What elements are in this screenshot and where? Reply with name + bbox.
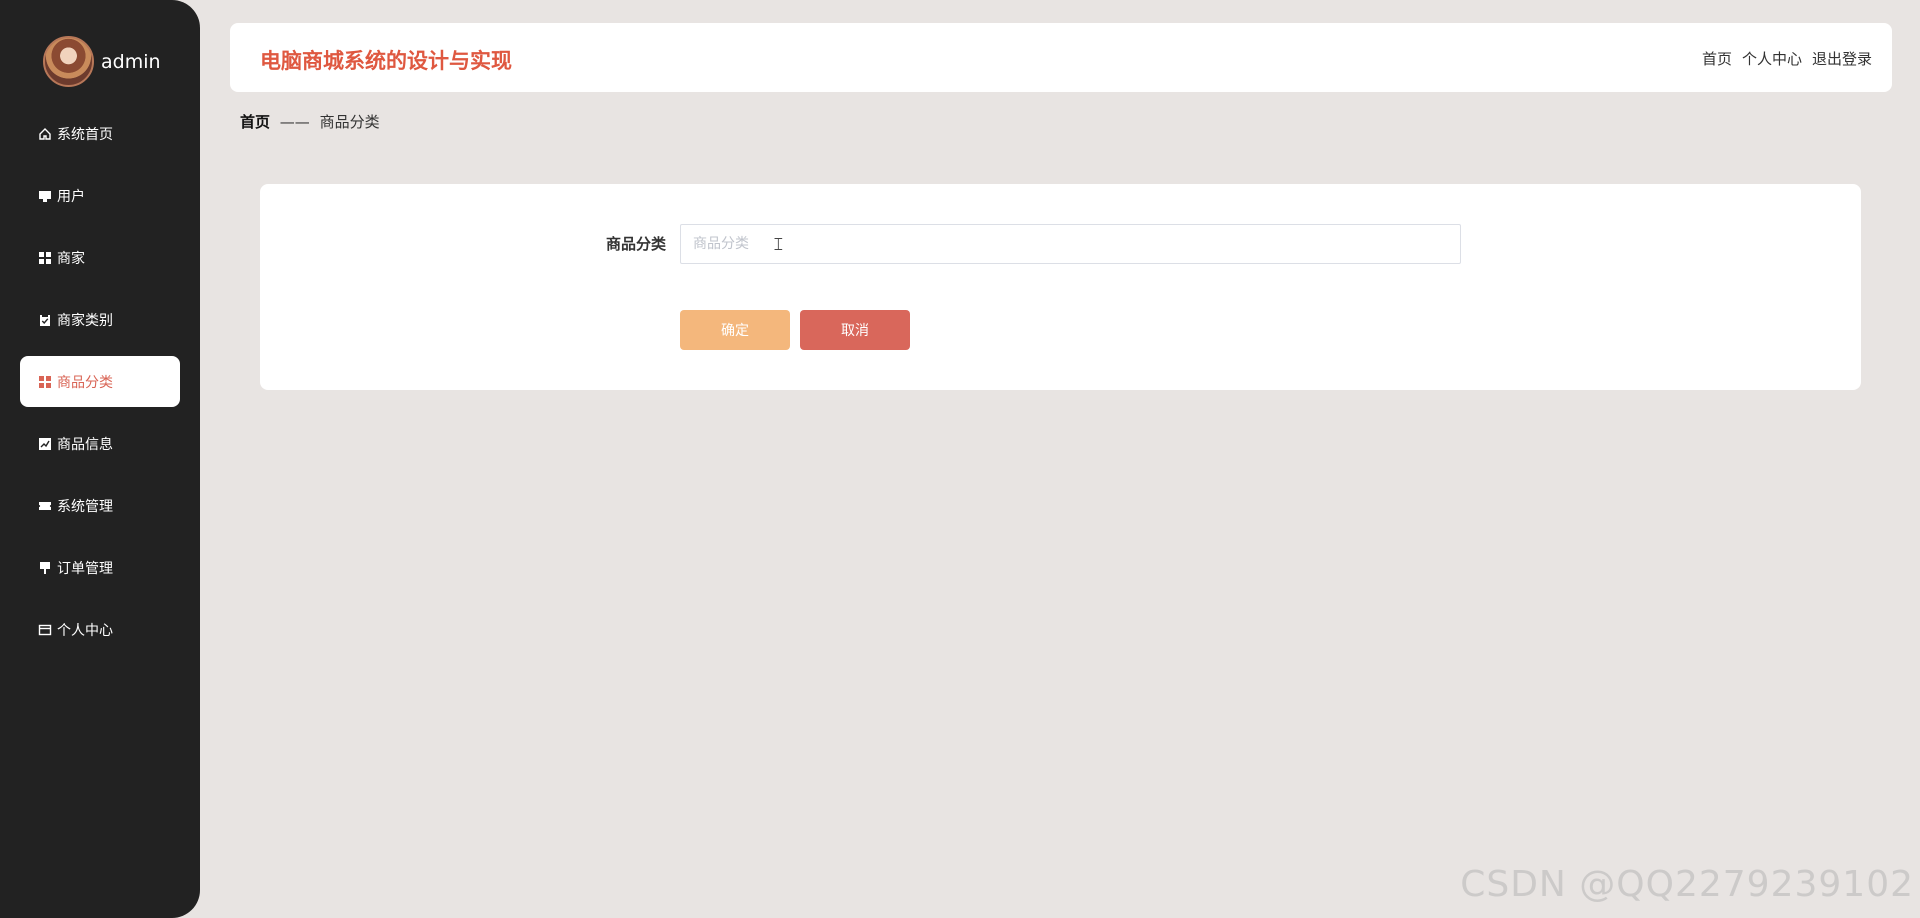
sidebar-item-label: 系统首页 — [57, 126, 113, 143]
sidebar-item-label: 系统管理 — [57, 498, 113, 515]
breadcrumb: 首页 —— 商品分类 — [240, 111, 380, 132]
sidebar-item-system-home[interactable]: 系统首页 — [20, 108, 180, 159]
text-cursor-icon: 𝙸 — [772, 234, 785, 255]
sidebar-item-merchant-categories[interactable]: 商家类别 — [20, 294, 180, 345]
watermark: CSDN @QQ2279239102 — [1460, 864, 1914, 905]
sidebar-item-product-categories[interactable]: 商品分类 — [20, 356, 180, 407]
cancel-button[interactable]: 取消 — [800, 310, 910, 350]
avatar — [43, 36, 94, 87]
sidebar-item-label: 用户 — [57, 188, 85, 205]
sidebar-item-label: 商家类别 — [57, 312, 113, 329]
home-link[interactable]: 首页 — [1702, 48, 1732, 69]
sidebar-item-label: 商品信息 — [57, 436, 113, 453]
site-title: 电脑商城系统的设计与实现 — [260, 49, 512, 73]
breadcrumb-home[interactable]: 首页 — [240, 113, 270, 131]
category-input[interactable] — [680, 224, 1461, 264]
sidebar-item-product-info[interactable]: 商品信息 — [20, 418, 180, 469]
chart-icon — [38, 437, 52, 451]
admin-username: admin — [101, 50, 161, 73]
breadcrumb-current: 商品分类 — [319, 113, 380, 131]
grid-icon — [38, 375, 52, 389]
sidebar-item-system-management[interactable]: 系统管理 — [20, 480, 180, 531]
category-form-card: 商品分类 𝙸 确定 取消 — [260, 184, 1861, 390]
sidebar-item-label: 个人中心 — [57, 622, 113, 639]
monitor-icon — [38, 189, 52, 203]
wallet-icon — [38, 623, 52, 637]
sidebar-menu: 系统首页 用户 商家 商家类别 商品分类 商品信息 系统管理 订单管理 个人中心 — [20, 108, 180, 666]
sidebar-item-label: 商品分类 — [57, 374, 113, 391]
sidebar-item-merchants[interactable]: 商家 — [20, 232, 180, 283]
sidebar-item-label: 订单管理 — [57, 560, 113, 577]
clipboard-icon — [38, 313, 52, 327]
personal-center-link[interactable]: 个人中心 — [1742, 48, 1802, 69]
home-icon — [38, 127, 52, 141]
category-field-label: 商品分类 — [606, 235, 667, 253]
top-header: 电脑商城系统的设计与实现 首页 个人中心 退出登录 — [230, 23, 1892, 92]
ticket-icon — [38, 499, 52, 513]
pin-icon — [38, 561, 52, 575]
header-links: 首页 个人中心 退出登录 — [1702, 48, 1872, 69]
sidebar-item-personal-center[interactable]: 个人中心 — [20, 604, 180, 655]
sidebar-item-users[interactable]: 用户 — [20, 170, 180, 221]
breadcrumb-separator: —— — [279, 113, 310, 131]
grid-icon — [38, 251, 52, 265]
sidebar: admin 系统首页 用户 商家 商家类别 商品分类 商品信息 系统管理 订单管… — [0, 0, 200, 918]
user-profile[interactable]: admin — [43, 36, 161, 87]
sidebar-item-order-management[interactable]: 订单管理 — [20, 542, 180, 593]
logout-link[interactable]: 退出登录 — [1812, 48, 1872, 69]
sidebar-item-label: 商家 — [57, 250, 85, 267]
confirm-button[interactable]: 确定 — [680, 310, 790, 350]
